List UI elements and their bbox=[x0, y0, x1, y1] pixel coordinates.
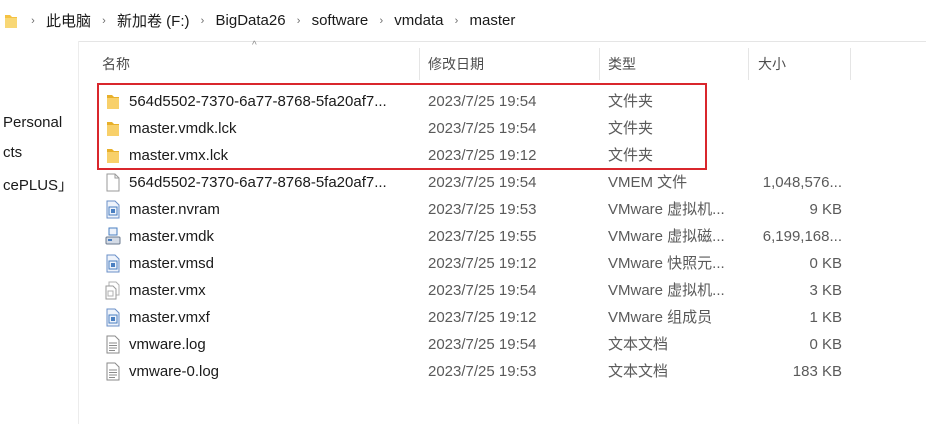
folder-row[interactable]: master.vmx.lck 2023/7/25 19:12 文件夹 bbox=[90, 142, 850, 169]
column-size[interactable]: 大小 bbox=[758, 46, 786, 82]
breadcrumb-item[interactable]: 新加卷 (F:) bbox=[115, 10, 192, 31]
file-name: master.vmsd bbox=[129, 255, 215, 272]
folder-icon bbox=[104, 119, 122, 138]
vmware-file-icon bbox=[104, 200, 122, 219]
file-size: 3 KB bbox=[809, 282, 842, 299]
breadcrumb: › 此电脑 › 新加卷 (F:) › BigData26 › software › vmdata ›… bbox=[22, 0, 517, 41]
file-row[interactable]: master.vmxf 2023/7/25 19:12 VMware 组成员 1 KB bbox=[90, 304, 850, 331]
file-row[interactable]: vmware-0.log 2023/7/25 19:53 文本文档 183 KB bbox=[90, 358, 850, 385]
file-date-modified: 2023/7/25 19:12 bbox=[428, 147, 537, 164]
vmx-file-icon bbox=[104, 281, 122, 300]
file-type: VMware 快照元... bbox=[608, 255, 725, 272]
column-divider[interactable] bbox=[419, 48, 420, 80]
file-type: VMware 组成员 bbox=[608, 309, 713, 326]
file-date-modified: 2023/7/25 19:53 bbox=[428, 201, 537, 218]
file-name: master.vmxf bbox=[129, 309, 210, 326]
file-date-modified: 2023/7/25 19:54 bbox=[428, 120, 537, 137]
file-row[interactable]: master.vmsd 2023/7/25 19:12 VMware 快照元... 0… bbox=[90, 250, 850, 277]
file-row[interactable]: master.nvram 2023/7/25 19:53 VMware 虚拟机...… bbox=[90, 196, 850, 223]
file-name: master.nvram bbox=[129, 201, 220, 218]
column-divider[interactable] bbox=[850, 48, 851, 80]
nav-item-place-plus[interactable]: cePLUS」 bbox=[3, 174, 73, 195]
text-file-icon bbox=[104, 362, 122, 381]
file-name: 564d5502-7370-6a77-8768-5fa20af7... bbox=[129, 174, 387, 191]
file-size: 0 KB bbox=[809, 255, 842, 272]
file-size: 0 KB bbox=[809, 336, 842, 353]
column-header: ^ 名称 修改日期 类型 大小 bbox=[90, 40, 852, 82]
file-name: master.vmdk bbox=[129, 228, 215, 245]
file-name: master.vmx.lck bbox=[129, 147, 229, 164]
folder-icon bbox=[104, 146, 122, 165]
file-date-modified: 2023/7/25 19:54 bbox=[428, 174, 537, 191]
file-type: VMware 虚拟磁... bbox=[608, 228, 725, 245]
file-size: 183 KB bbox=[792, 363, 842, 380]
file-type: 文件夹 bbox=[608, 147, 654, 164]
file-name: vmware-0.log bbox=[129, 363, 220, 380]
file-row[interactable]: vmware.log 2023/7/25 19:54 文本文档 0 KB bbox=[90, 331, 850, 358]
chevron-right-icon[interactable]: › bbox=[192, 15, 214, 27]
column-divider[interactable] bbox=[748, 48, 749, 80]
file-size: 1,048,576... bbox=[762, 174, 842, 191]
column-divider[interactable] bbox=[599, 48, 600, 80]
virtual-disk-icon bbox=[104, 227, 122, 246]
blank-file-icon bbox=[104, 173, 122, 192]
file-date-modified: 2023/7/25 19:12 bbox=[428, 255, 537, 272]
column-date-modified[interactable]: 修改日期 bbox=[428, 46, 484, 82]
file-type: 文本文档 bbox=[608, 336, 669, 353]
vmware-file-icon bbox=[104, 308, 122, 327]
file-date-modified: 2023/7/25 19:54 bbox=[428, 93, 537, 110]
file-size: 9 KB bbox=[809, 201, 842, 218]
breadcrumb-item[interactable]: 此电脑 bbox=[44, 10, 93, 31]
breadcrumb-item[interactable]: software bbox=[310, 12, 371, 29]
address-bar[interactable]: › 此电脑 › 新加卷 (F:) › BigData26 › software › vmdata ›… bbox=[0, 0, 926, 42]
file-row[interactable]: master.vmdk 2023/7/25 19:55 VMware 虚拟磁... 6… bbox=[90, 223, 850, 250]
file-date-modified: 2023/7/25 19:54 bbox=[428, 336, 537, 353]
chevron-right-icon[interactable]: › bbox=[22, 15, 44, 27]
breadcrumb-item[interactable]: vmdata bbox=[392, 12, 445, 29]
file-type: VMEM 文件 bbox=[608, 174, 688, 191]
chevron-right-icon[interactable]: › bbox=[288, 15, 310, 27]
folder-row[interactable]: master.vmdk.lck 2023/7/25 19:54 文件夹 bbox=[90, 115, 850, 142]
file-type: VMware 虚拟机... bbox=[608, 282, 725, 299]
file-date-modified: 2023/7/25 19:12 bbox=[428, 309, 537, 326]
navigation-pane: Personal cts cePLUS」 bbox=[0, 41, 79, 424]
file-type: 文件夹 bbox=[608, 93, 654, 110]
file-name: master.vmdk.lck bbox=[129, 120, 237, 137]
breadcrumb-item[interactable]: BigData26 bbox=[214, 12, 288, 29]
nav-item-projects[interactable]: cts bbox=[3, 144, 22, 161]
folder-icon bbox=[4, 13, 18, 34]
file-size: 1 KB bbox=[809, 309, 842, 326]
text-file-icon bbox=[104, 335, 122, 354]
breadcrumb-item[interactable]: master bbox=[467, 12, 517, 29]
file-type: 文件夹 bbox=[608, 120, 654, 137]
nav-item-personal[interactable]: Personal bbox=[3, 114, 62, 131]
folder-row[interactable]: 564d5502-7370-6a77-8768-5fa20af7... 2023/… bbox=[90, 88, 850, 115]
column-name[interactable]: 名称 bbox=[102, 46, 130, 82]
folder-icon bbox=[104, 92, 122, 111]
file-row[interactable]: master.vmx 2023/7/25 19:54 VMware 虚拟机... 3 … bbox=[90, 277, 850, 304]
file-name: 564d5502-7370-6a77-8768-5fa20af7... bbox=[129, 93, 387, 110]
sort-ascending-icon: ^ bbox=[252, 40, 257, 51]
chevron-right-icon[interactable]: › bbox=[93, 15, 115, 27]
file-list: 564d5502-7370-6a77-8768-5fa20af7... 2023/… bbox=[90, 88, 850, 385]
file-size: 6,199,168... bbox=[762, 228, 842, 245]
file-date-modified: 2023/7/25 19:55 bbox=[428, 228, 537, 245]
chevron-right-icon[interactable]: › bbox=[370, 15, 392, 27]
chevron-right-icon[interactable]: › bbox=[445, 15, 467, 27]
file-date-modified: 2023/7/25 19:54 bbox=[428, 282, 537, 299]
file-name: master.vmx bbox=[129, 282, 206, 299]
file-type: VMware 虚拟机... bbox=[608, 201, 725, 218]
file-name: vmware.log bbox=[129, 336, 206, 353]
file-date-modified: 2023/7/25 19:53 bbox=[428, 363, 537, 380]
column-type[interactable]: 类型 bbox=[608, 46, 636, 82]
file-type: 文本文档 bbox=[608, 363, 669, 380]
file-row[interactable]: 564d5502-7370-6a77-8768-5fa20af7... 2023/… bbox=[90, 169, 850, 196]
vmware-file-icon bbox=[104, 254, 122, 273]
